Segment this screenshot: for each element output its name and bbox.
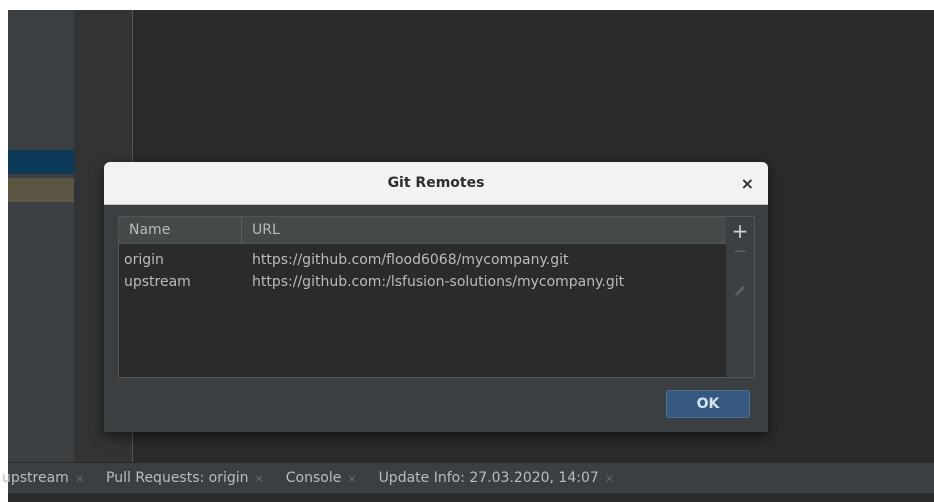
remotes-table: Name URL origin https://github.com/flood…: [118, 216, 727, 378]
minus-icon[interactable]: −: [726, 241, 754, 262]
plus-icon[interactable]: +: [726, 219, 754, 243]
table-row[interactable]: origin https://github.com/flood6068/myco…: [119, 249, 726, 271]
tab-label: upstream: [2, 470, 69, 486]
tab-console[interactable]: Console ×: [274, 470, 367, 486]
tab-label: Update Info: 27.03.2020, 14:07: [378, 470, 599, 486]
selected-tree-row[interactable]: [8, 150, 74, 174]
remote-url: https://github.com:/lsfusion-solutions/m…: [252, 274, 625, 290]
tab-pull-requests[interactable]: Pull Requests: origin ×: [94, 470, 274, 486]
highlighted-tree-row[interactable]: [8, 178, 74, 202]
table-header: Name URL: [119, 217, 726, 244]
remote-name: upstream: [124, 274, 191, 290]
close-icon[interactable]: ×: [605, 472, 614, 485]
tab-upstream[interactable]: upstream ×: [2, 470, 94, 486]
tab-update-info[interactable]: Update Info: 27.03.2020, 14:07 ×: [367, 470, 624, 486]
dialog-title: Git Remotes: [387, 175, 485, 191]
ok-button[interactable]: OK: [666, 390, 750, 418]
table-toolbar: + −: [726, 216, 755, 378]
remote-url: https://github.com/flood6068/mycompany.g…: [252, 252, 569, 268]
dialog-title-bar: Git Remotes ×: [104, 162, 768, 205]
tool-window-tabs: upstream × Pull Requests: origin × Conso…: [2, 462, 934, 493]
close-icon[interactable]: ×: [255, 472, 264, 485]
git-remotes-dialog: Git Remotes × Name URL origin https://gi…: [104, 162, 768, 432]
tab-label: Console: [285, 470, 342, 486]
close-icon[interactable]: ×: [75, 472, 84, 485]
project-panel: [8, 10, 74, 462]
column-header-name[interactable]: Name: [119, 217, 242, 243]
column-header-url[interactable]: URL: [242, 222, 280, 238]
close-icon[interactable]: ×: [347, 472, 356, 485]
pencil-icon[interactable]: [726, 283, 754, 303]
remote-name: origin: [124, 252, 164, 268]
table-row[interactable]: upstream https://github.com:/lsfusion-so…: [119, 271, 726, 293]
close-icon[interactable]: ×: [741, 174, 754, 193]
tab-label: Pull Requests: origin: [106, 470, 249, 486]
